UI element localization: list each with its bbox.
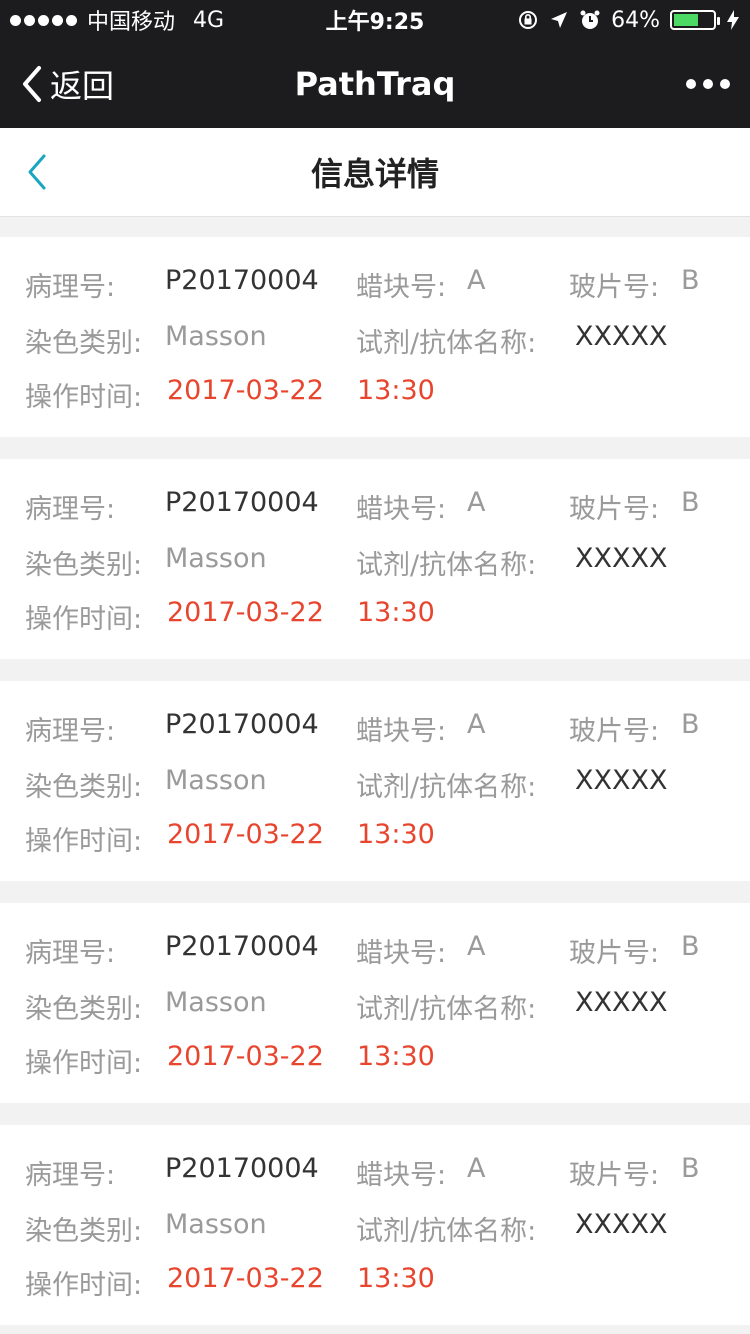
operation-time-label: 操作时间:	[25, 1048, 143, 1079]
operation-time-label: 操作时间:	[25, 604, 143, 635]
operation-time-value: 13:30	[357, 597, 435, 628]
rotation-lock-icon	[519, 11, 538, 29]
reagent-name-value: XXXXX	[575, 321, 668, 352]
stain-type-label: 染色类别:	[25, 550, 143, 581]
record-card[interactable]: 病理号: P20170004 蜡块号: A 玻片号: B 染色类别: Masso…	[0, 459, 750, 659]
operation-date-value: 2017-03-22	[167, 597, 324, 628]
pathology-no-value: P20170004	[165, 709, 319, 740]
back-label: 返回	[50, 67, 115, 105]
status-bar: 中国移动 4G 上午9:25 64%	[0, 0, 750, 40]
block-no-label: 蜡块号:	[356, 938, 447, 969]
slide-no-label: 玻片号:	[569, 1160, 660, 1191]
status-right: 64%	[517, 8, 740, 33]
more-dot-icon	[686, 79, 696, 89]
chevron-left-icon	[23, 66, 41, 102]
operation-time-value: 13:30	[357, 375, 435, 406]
operation-date-value: 2017-03-22	[167, 1041, 324, 1072]
operation-time-value: 13:30	[357, 1041, 435, 1072]
operation-date-value: 2017-03-22	[167, 1263, 324, 1294]
block-no-value: A	[467, 487, 486, 518]
slide-no-value: B	[681, 931, 700, 962]
stain-type-value: Masson	[165, 543, 267, 574]
stain-type-label: 染色类别:	[25, 994, 143, 1025]
operation-time-value: 13:30	[357, 819, 435, 850]
block-no-label: 蜡块号:	[356, 1160, 447, 1191]
stain-type-value: Masson	[165, 1209, 267, 1240]
record-card[interactable]: 病理号: P20170004 蜡块号: A 玻片号: B 染色类别: Masso…	[0, 903, 750, 1103]
block-no-label: 蜡块号:	[356, 272, 447, 303]
reagent-name-label: 试剂/抗体名称:	[356, 772, 537, 803]
block-no-label: 蜡块号:	[356, 494, 447, 525]
status-left: 中国移动 4G	[10, 4, 224, 36]
more-dot-icon	[703, 79, 713, 89]
operation-date-value: 2017-03-22	[167, 819, 324, 850]
pathology-no-value: P20170004	[165, 931, 319, 962]
pathology-no-label: 病理号:	[25, 494, 116, 525]
pathology-no-value: P20170004	[165, 487, 319, 518]
pathology-no-value: P20170004	[165, 1153, 319, 1184]
operation-time-value: 13:30	[357, 1263, 435, 1294]
block-no-value: A	[467, 931, 486, 962]
slide-no-label: 玻片号:	[569, 938, 660, 969]
more-options-button[interactable]	[686, 79, 730, 89]
network-type: 4G	[193, 7, 225, 33]
stain-type-label: 染色类别:	[25, 328, 143, 359]
record-list: 病理号: P20170004 蜡块号: A 玻片号: B 染色类别: Masso…	[0, 217, 750, 1325]
carrier-name: 中国移动	[87, 10, 176, 35]
reagent-name-label: 试剂/抗体名称:	[356, 994, 537, 1025]
operation-date-value: 2017-03-22	[167, 375, 324, 406]
operation-time-label: 操作时间:	[25, 826, 143, 857]
location-icon	[551, 12, 568, 28]
chevron-left-icon	[28, 154, 46, 190]
slide-no-label: 玻片号:	[569, 716, 660, 747]
reagent-name-value: XXXXX	[575, 543, 668, 574]
pathology-no-label: 病理号:	[25, 1160, 116, 1191]
battery-icon	[670, 10, 720, 30]
slide-no-value: B	[681, 1153, 700, 1184]
pathology-no-label: 病理号:	[25, 716, 116, 747]
pathology-no-label: 病理号:	[25, 272, 116, 303]
block-no-value: A	[467, 1153, 486, 1184]
slide-no-label: 玻片号:	[569, 494, 660, 525]
stain-type-label: 染色类别:	[25, 772, 143, 803]
page-title: 信息详情	[310, 155, 439, 193]
block-no-label: 蜡块号:	[356, 716, 447, 747]
charging-icon	[727, 10, 739, 30]
battery-fill	[674, 14, 699, 26]
stain-type-value: Masson	[165, 321, 267, 352]
record-card[interactable]: 病理号: P20170004 蜡块号: A 玻片号: B 染色类别: Masso…	[0, 1125, 750, 1325]
back-button[interactable]: 返回	[20, 61, 114, 107]
reagent-name-value: XXXXX	[575, 987, 668, 1018]
block-no-value: A	[467, 265, 486, 296]
more-dot-icon	[720, 79, 730, 89]
slide-no-value: B	[681, 487, 700, 518]
record-card[interactable]: 病理号: P20170004 蜡块号: A 玻片号: B 染色类别: Masso…	[0, 681, 750, 881]
stain-type-label: 染色类别:	[25, 1216, 143, 1247]
page-back-button[interactable]	[24, 152, 50, 196]
slide-no-value: B	[681, 265, 700, 296]
slide-no-label: 玻片号:	[569, 272, 660, 303]
operation-time-label: 操作时间:	[25, 382, 143, 413]
stain-type-value: Masson	[165, 987, 267, 1018]
reagent-name-label: 试剂/抗体名称:	[356, 550, 537, 581]
reagent-name-label: 试剂/抗体名称:	[356, 328, 537, 359]
slide-no-value: B	[681, 709, 700, 740]
nav-bar: 返回 PathTraq	[0, 40, 750, 128]
pathology-no-label: 病理号:	[25, 938, 116, 969]
reagent-name-label: 试剂/抗体名称:	[356, 1216, 537, 1247]
page-header: 信息详情	[0, 128, 750, 217]
reagent-name-value: XXXXX	[575, 765, 668, 796]
stain-type-value: Masson	[165, 765, 267, 796]
record-card[interactable]: 病理号: P20170004 蜡块号: A 玻片号: B 染色类别: Masso…	[0, 237, 750, 437]
pathology-no-value: P20170004	[165, 265, 319, 296]
reagent-name-value: XXXXX	[575, 1209, 668, 1240]
battery-percent: 64%	[611, 7, 660, 33]
operation-time-label: 操作时间:	[25, 1270, 143, 1301]
signal-strength-icon	[10, 14, 77, 26]
block-no-value: A	[467, 709, 486, 740]
alarm-icon	[580, 10, 600, 29]
